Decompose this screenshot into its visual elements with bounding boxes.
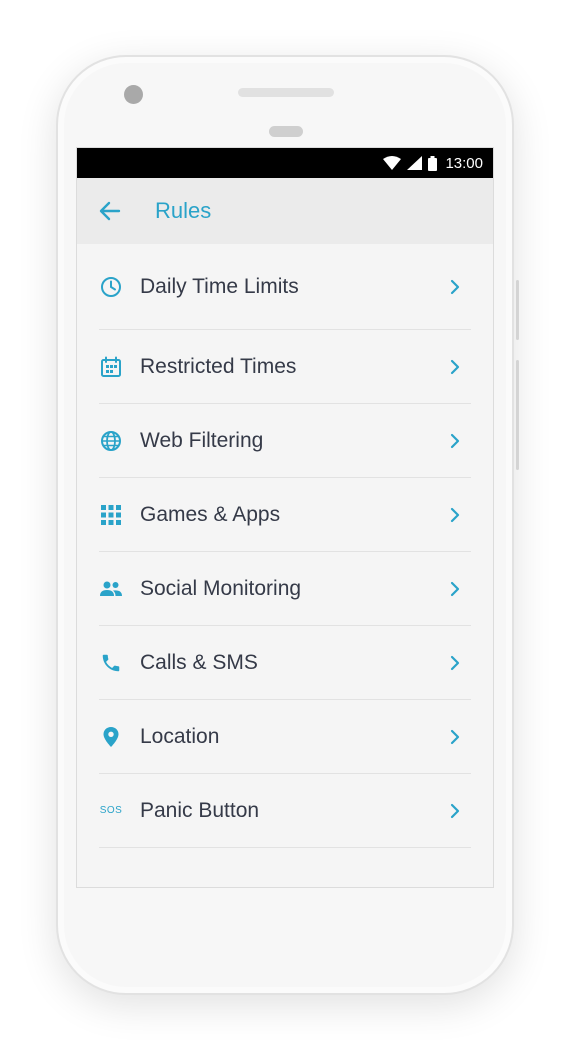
phone-screen: 13:00 Rules Daily Time Limits Restricted… bbox=[76, 147, 494, 888]
rule-restricted-times[interactable]: Restricted Times bbox=[99, 330, 471, 404]
rule-location[interactable]: Location bbox=[99, 700, 471, 774]
battery-icon bbox=[428, 155, 438, 171]
app-bar: Rules bbox=[77, 178, 493, 244]
back-arrow-icon[interactable] bbox=[99, 198, 125, 224]
status-bar: 13:00 bbox=[77, 148, 493, 178]
chevron-right-icon bbox=[445, 801, 465, 821]
rule-web-filtering[interactable]: Web Filtering bbox=[99, 404, 471, 478]
chevron-right-icon bbox=[445, 277, 465, 297]
status-time: 13:00 bbox=[445, 154, 483, 172]
volume-button bbox=[516, 360, 519, 470]
chevron-right-icon bbox=[445, 727, 465, 747]
rule-label: Daily Time Limits bbox=[140, 274, 299, 298]
page-title: Rules bbox=[155, 198, 212, 223]
calendar-icon bbox=[99, 355, 123, 379]
rules-list: Daily Time Limits Restricted Times Web F… bbox=[77, 244, 493, 848]
rule-social-monitoring[interactable]: Social Monitoring bbox=[99, 552, 471, 626]
chevron-right-icon bbox=[445, 431, 465, 451]
sos-icon: SOS bbox=[99, 805, 123, 816]
rule-games-apps[interactable]: Games & Apps bbox=[99, 478, 471, 552]
signal-icon bbox=[407, 156, 423, 170]
earpiece-speaker bbox=[238, 88, 334, 97]
grid-icon bbox=[99, 503, 123, 527]
wifi-icon bbox=[383, 156, 402, 170]
location-pin-icon bbox=[99, 725, 123, 749]
front-camera bbox=[124, 85, 143, 104]
rule-label: Web Filtering bbox=[140, 428, 264, 452]
rule-panic-button[interactable]: SOS Panic Button bbox=[99, 774, 471, 848]
globe-icon bbox=[99, 429, 123, 453]
power-button bbox=[516, 280, 519, 340]
chevron-right-icon bbox=[445, 505, 465, 525]
chevron-right-icon bbox=[445, 579, 465, 599]
phone-icon bbox=[99, 651, 123, 675]
people-icon bbox=[99, 577, 123, 601]
rule-label: Panic Button bbox=[140, 798, 260, 822]
rule-calls-sms[interactable]: Calls & SMS bbox=[99, 626, 471, 700]
rule-label: Restricted Times bbox=[140, 354, 297, 378]
rule-label: Calls & SMS bbox=[140, 650, 258, 674]
proximity-sensor bbox=[269, 126, 303, 137]
rule-label: Social Monitoring bbox=[140, 576, 302, 600]
chevron-right-icon bbox=[445, 357, 465, 377]
rule-daily-time-limits[interactable]: Daily Time Limits bbox=[99, 244, 471, 330]
rule-label: Location bbox=[140, 724, 220, 748]
clock-icon bbox=[99, 275, 123, 299]
chevron-right-icon bbox=[445, 653, 465, 673]
rule-label: Games & Apps bbox=[140, 502, 281, 526]
